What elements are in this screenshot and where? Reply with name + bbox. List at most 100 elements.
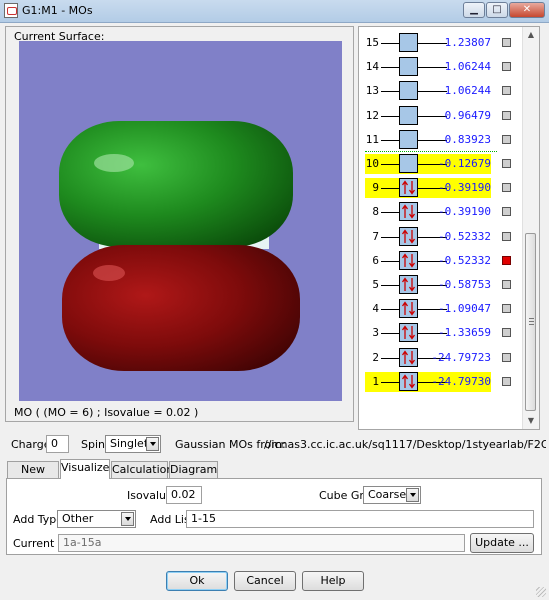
mo-number: 8 [372,205,379,219]
help-button[interactable]: Help [302,571,364,591]
ok-button[interactable]: Ok [166,571,228,591]
update-button[interactable]: Update ... [470,533,534,553]
mo-visibility-checkbox[interactable] [502,376,511,386]
current-list-field: 1a-15a [58,534,465,552]
mo-row-13[interactable]: 13 1.06244 [359,79,523,103]
mo-energy: -1.33659 [438,326,491,340]
mo-visibility-checkbox[interactable] [502,207,511,217]
minimize-button[interactable]: ▁ [463,2,485,18]
mo-row-6[interactable]: 6 -0.52332 [359,249,523,273]
negative-lobe [62,245,300,371]
add-list-input[interactable]: 1-15 [186,510,534,528]
mo-number: 10 [365,157,379,170]
add-type-value: Other [62,512,94,525]
mo-visibility-checkbox[interactable] [502,304,511,314]
mo-row-15[interactable]: 15 1.23807 [359,31,523,55]
mo-level-box [399,33,418,52]
mo-visibility-checkbox[interactable] [502,231,511,241]
mo-visibility-checkbox[interactable] [502,62,511,72]
mo-row-11[interactable]: 11 0.83923 [359,128,523,152]
cancel-button[interactable]: Cancel [234,571,296,591]
scroll-thumb[interactable] [525,233,536,411]
mo-number: 1 [372,374,379,388]
dropdown-arrow-icon[interactable] [121,512,134,526]
electron-pair-icon [401,204,416,220]
tab-diagram[interactable]: Diagram [169,461,218,479]
mo-row-5[interactable]: 5 -0.58753 [359,273,523,297]
mo-visibility-checkbox[interactable] [502,280,511,289]
mo-visibility-checkbox[interactable] [502,328,511,338]
mo-level-box [399,250,418,270]
mo-level-box [399,371,418,391]
mo-row-12[interactable]: 12 0.96479 [359,104,523,128]
tab-visualize[interactable]: Visualize [60,459,110,479]
charge-input[interactable]: 0 [46,435,69,453]
spin-select[interactable]: Singlet [105,435,161,453]
mo-level-box [399,347,418,367]
dropdown-arrow-icon[interactable] [146,437,159,451]
mo-energy: 0.83923 [444,132,491,146]
mo-level-box [399,81,418,101]
cube-grid-select[interactable]: Coarse [363,486,421,504]
mo-visibility-checkbox[interactable] [502,183,511,193]
mo-number: 15 [365,36,379,49]
mo-number: 11 [365,132,379,146]
mo-row-8[interactable]: 8 -0.39190 [359,200,523,224]
mo-row-3[interactable]: 3 -1.33659 [359,321,523,345]
mo-level-box [399,226,418,246]
tab-calculation[interactable]: Calculation [111,461,173,479]
electron-pair-icon [401,301,416,316]
mo-visibility-checkbox[interactable] [502,86,511,96]
scroll-down-icon[interactable]: ▼ [523,413,539,429]
mo-visibility-checkbox[interactable] [502,38,511,47]
mo-energy: -1.09047 [438,302,491,316]
mo-row-9[interactable]: 9 -0.39190 [359,176,523,200]
surface-viewport[interactable] [19,41,342,401]
mo-level-box [399,129,418,149]
mo-level-box [399,323,418,343]
mo-level-box [399,299,418,319]
scroll-up-icon[interactable]: ▲ [523,27,539,43]
mo-energy: -0.52332 [438,253,491,267]
isovalue-input[interactable]: 0.02 [166,486,202,504]
mo-energy: 0.96479 [444,108,491,122]
cube-grid-value: Coarse [368,488,407,501]
resize-grip[interactable] [536,587,546,597]
mo-row-1[interactable]: 1 -24.79730 [359,370,523,394]
mo-energy: -0.52332 [438,229,491,243]
electron-pair-icon [401,228,416,244]
surface-caption: MO ( (MO = 6) ; Isovalue = 0.02 ) [14,406,199,419]
close-button[interactable]: ✕ [509,2,545,18]
mo-visibility-checkbox[interactable] [502,159,511,168]
mo-visibility-checkbox[interactable] [502,255,511,265]
mo-visibility-checkbox[interactable] [502,134,511,144]
minimize-icon: ▁ [470,4,478,15]
close-icon: ✕ [522,4,532,15]
mo-visibility-checkbox[interactable] [502,110,511,120]
spin-value: Singlet [110,437,149,450]
add-type-select[interactable]: Other [57,510,136,528]
title-bar: G1:M1 - MOs ▁ □ ✕ [0,0,549,23]
mo-list-scrollbar[interactable]: ▲ ▼ [522,27,539,429]
mo-visibility-checkbox[interactable] [502,352,511,362]
mo-row-7[interactable]: 7 -0.52332 [359,225,523,249]
mo-row-14[interactable]: 14 1.06244 [359,55,523,79]
electron-pair-icon [401,253,416,268]
tab-new-mos[interactable]: New MOs [7,461,59,492]
mo-row-2[interactable]: 2 -24.79723 [359,346,523,370]
mo-row-10[interactable]: 10 -0.12679 [359,152,523,176]
mo-energy: 1.06244 [444,60,491,74]
mo-level-box [399,275,418,294]
mo-number: 5 [372,278,379,291]
mo-number: 9 [372,181,379,195]
electron-pair-icon [401,277,416,292]
mo-energy: -0.58753 [438,278,491,291]
mo-row-4[interactable]: 4 -1.09047 [359,297,523,321]
mo-number: 4 [372,302,379,316]
mo-energy: -24.79723 [431,350,491,364]
maximize-button[interactable]: □ [486,2,508,18]
negative-lobe-highlight [93,265,125,281]
mo-energy: -24.79730 [431,374,491,388]
dropdown-arrow-icon[interactable] [406,488,419,502]
window-title: G1:M1 - MOs [22,4,93,17]
